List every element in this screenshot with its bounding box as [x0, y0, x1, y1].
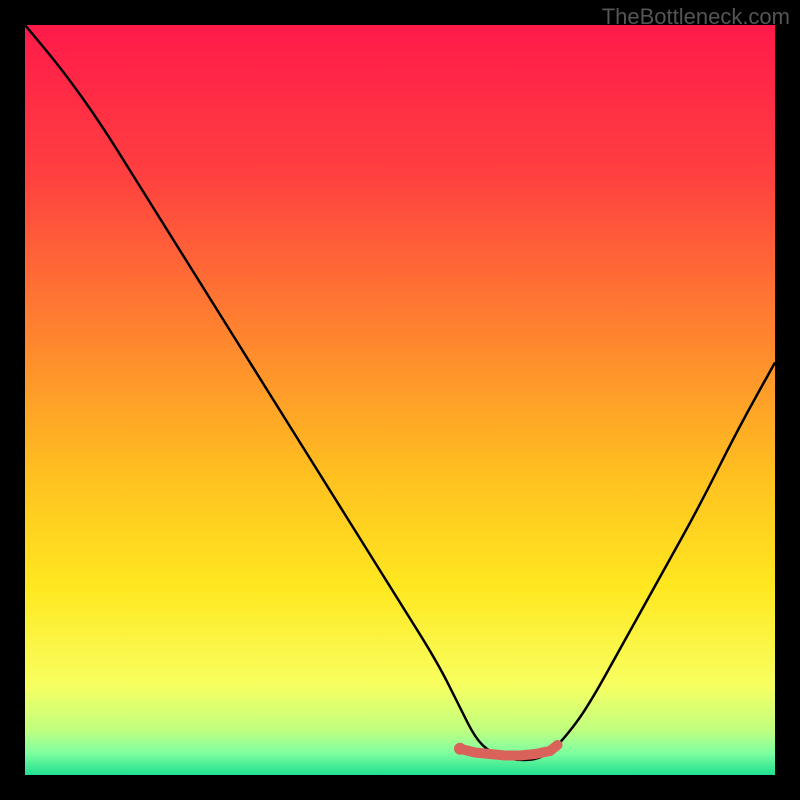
- optimal-range-marker: [460, 745, 558, 756]
- bottleneck-curve: [25, 25, 775, 760]
- watermark-text: TheBottleneck.com: [602, 4, 790, 30]
- chart-lines: [25, 25, 775, 775]
- optimal-start-dot: [454, 743, 466, 755]
- plot-area: [25, 25, 775, 775]
